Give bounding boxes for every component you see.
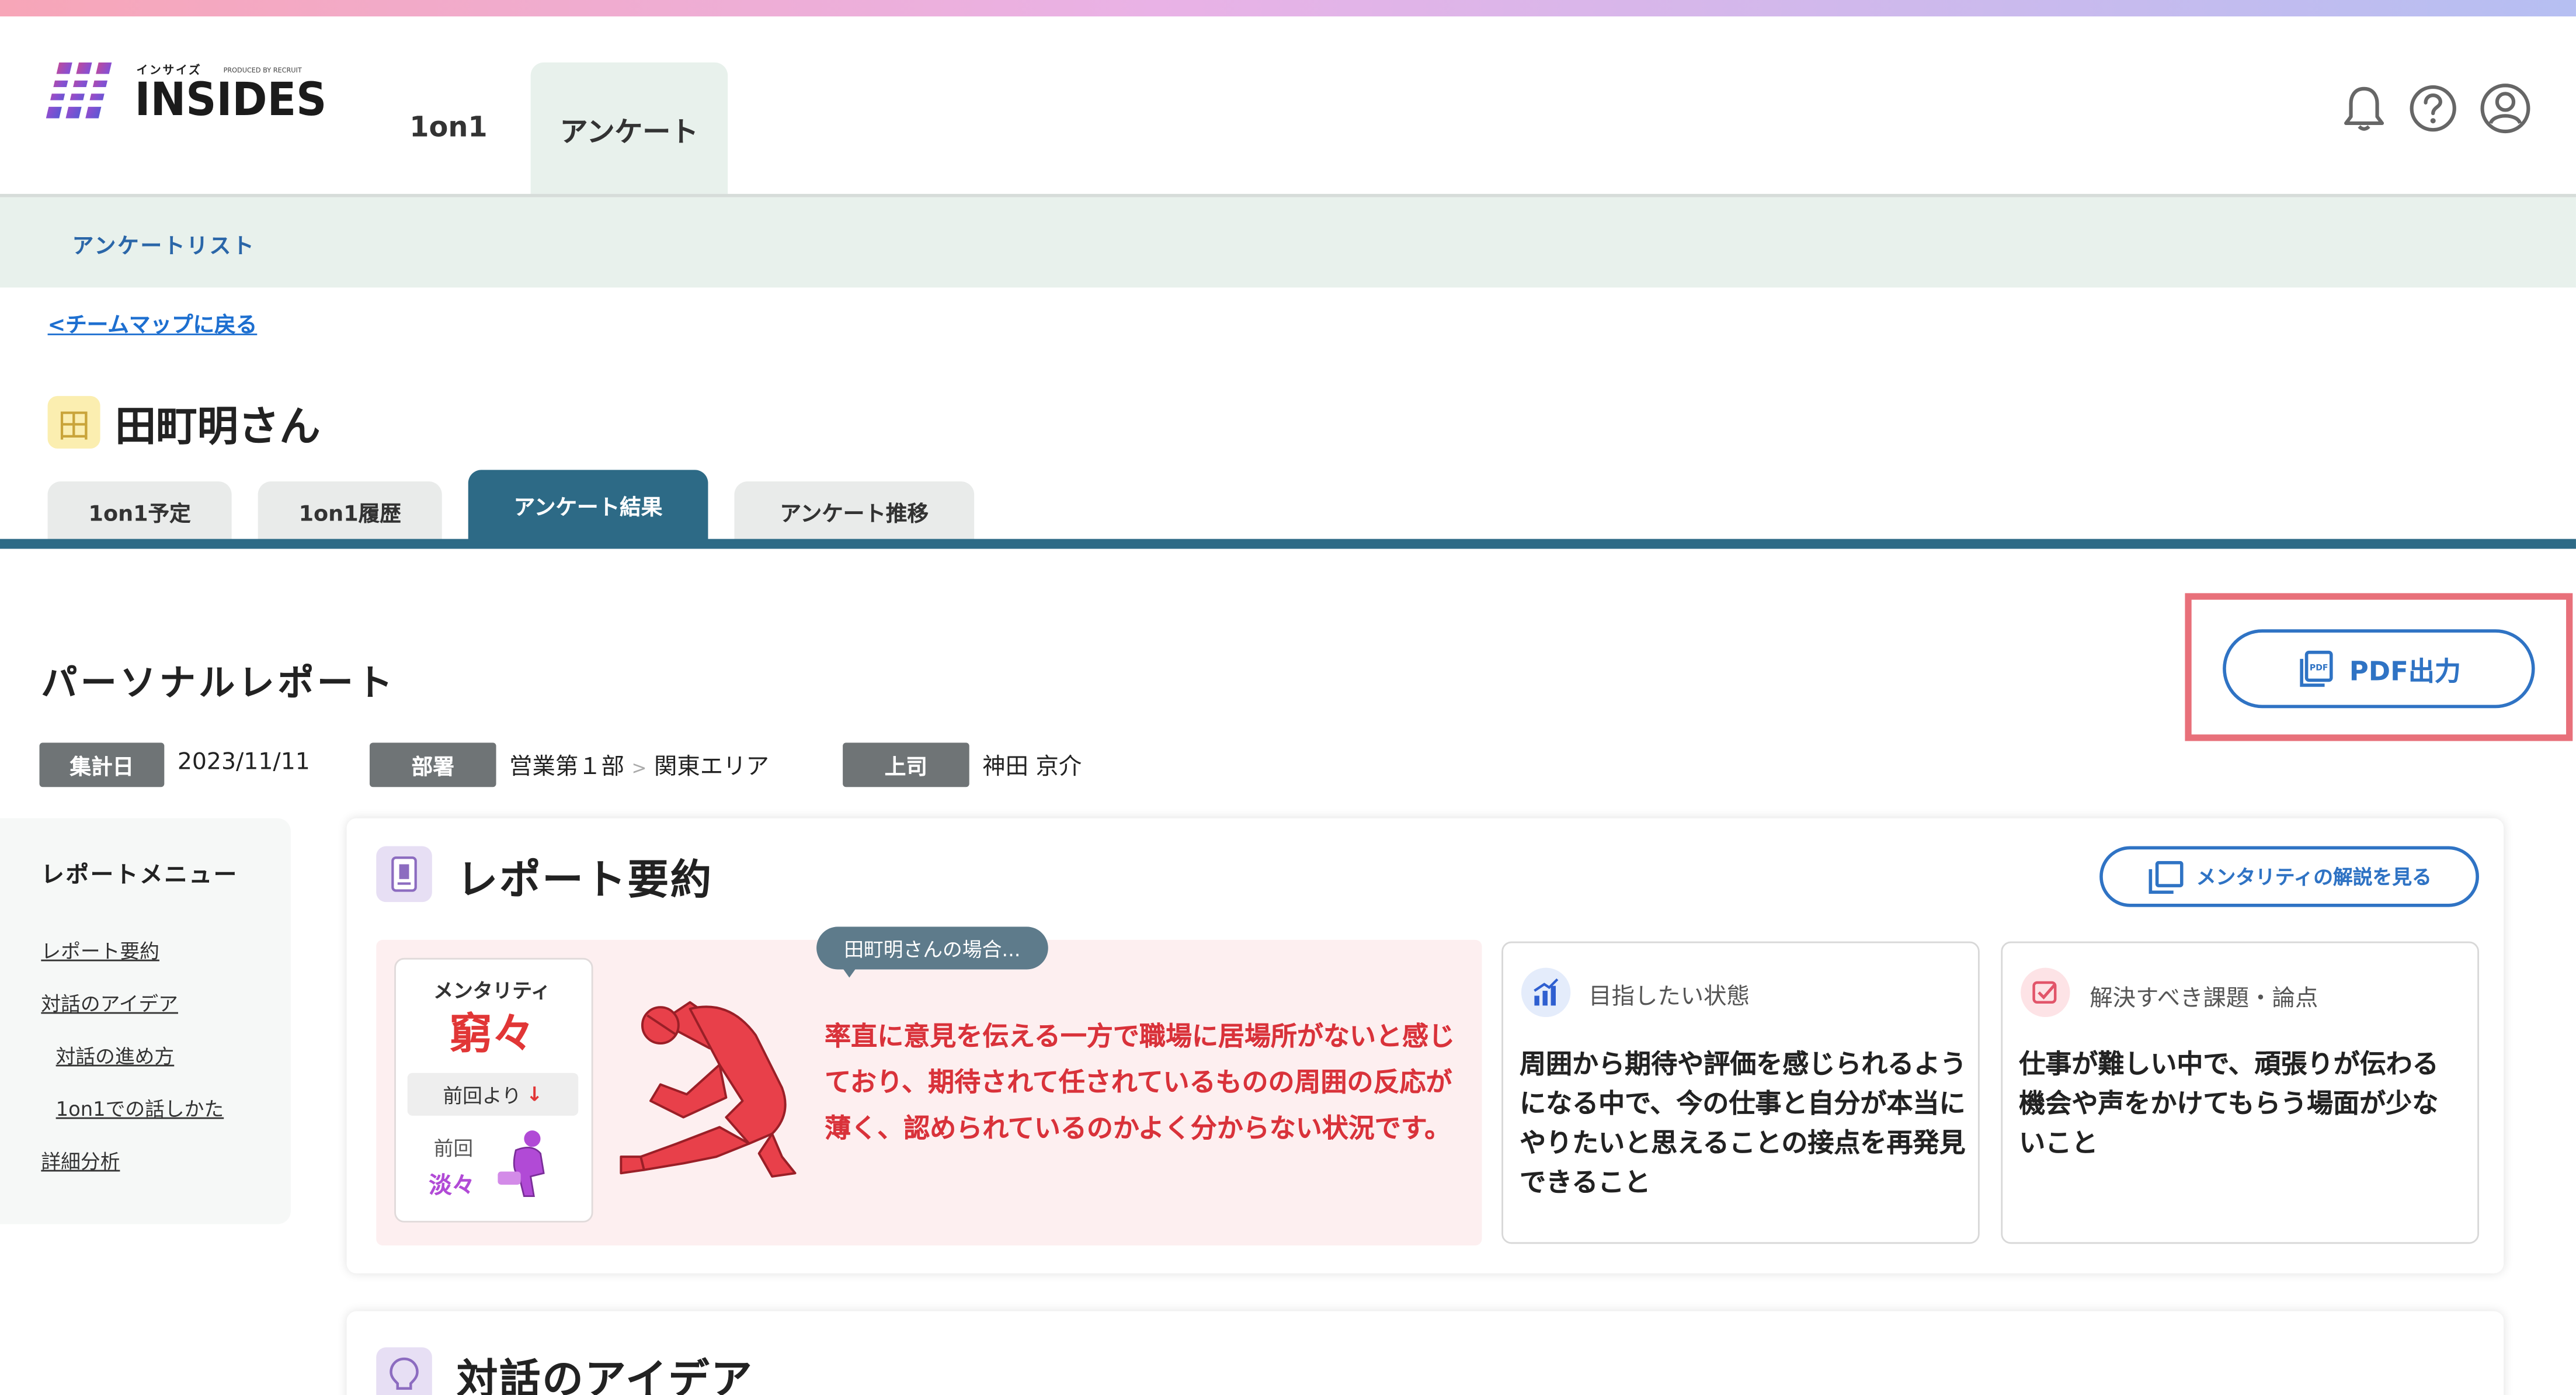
nav-tab-1on1[interactable]: 1on1 (388, 63, 509, 194)
mentality-explanation-button[interactable]: メンタリティの解説を見る (2099, 846, 2479, 907)
help-icon[interactable] (2405, 81, 2461, 137)
tab-1on1-schedule[interactable]: 1on1予定 (47, 481, 232, 541)
survey-list-link[interactable]: アンケートリスト (72, 228, 256, 259)
insides-logo[interactable]: インサイズ PRODUCED BY RECRUIT INSIDES (46, 62, 342, 129)
tab-1on1-history[interactable]: 1on1履歴 (258, 481, 442, 541)
back-to-team-map-link[interactable]: <チームマップに戻る (48, 307, 258, 338)
lightbulb-icon (376, 1347, 432, 1395)
logo-mark-icon (46, 62, 122, 119)
tab-survey-results[interactable]: アンケート結果 (468, 470, 708, 541)
side-menu-item-detail[interactable]: 詳細分析 (41, 1147, 120, 1175)
person-name: 田町明さん (114, 402, 321, 450)
avatar: 田 (47, 395, 100, 449)
summary-text: 率直に意見を伝える一方で職場に居場所がないと感じており、期待されて任されているも… (825, 1020, 1455, 1144)
goal-state-text: 周囲から期待や評価を感じられるようになる中で、今の仕事と自分が本当にやりたいと思… (1520, 1048, 1967, 1198)
side-menu-item-ideas[interactable]: 対話のアイデア (41, 989, 178, 1017)
side-menu-title: レポートメニュー (41, 862, 238, 889)
mentality-figure-icon (620, 1001, 797, 1178)
department-label-badge: 部署 (369, 742, 496, 787)
report-icon (376, 846, 432, 903)
section-title-summary: レポート要約 (457, 856, 713, 904)
department-value: 営業第１部 > 関東エリア (509, 754, 769, 781)
section-title-ideas: 対話のアイデア (457, 1355, 754, 1395)
pages-icon (2149, 860, 2184, 893)
previous-mentality-figure-icon (498, 1130, 545, 1198)
tab-survey-trend[interactable]: アンケート推移 (734, 481, 975, 541)
previous-mentality-value: 淡々 (429, 1173, 475, 1200)
side-menu-item-how-to-talk[interactable]: 1on1での話しかた (56, 1094, 224, 1122)
person-case-bubble: 田町明さんの場合... (816, 926, 1048, 970)
down-arrow-icon: ↓ (526, 1082, 543, 1106)
side-menu-item-how-to-proceed[interactable]: 対話の進め方 (56, 1042, 175, 1070)
previous-label: 前回 (433, 1137, 474, 1160)
date-label-badge: 集計日 (39, 742, 165, 787)
bubble-tail (841, 966, 858, 978)
pdf-button-label: PDF出力 (2349, 655, 2461, 687)
growth-chart-icon (1521, 967, 1571, 1018)
tab-underline (0, 539, 2576, 549)
logo-wordmark: INSIDES (134, 72, 327, 127)
manager-label-badge: 上司 (843, 742, 969, 787)
page-title: パーソナルレポート (41, 664, 397, 705)
date-value: 2023/11/11 (177, 749, 310, 776)
pdf-export-button[interactable]: PDF PDF出力 (2223, 629, 2535, 709)
mentality-value: 窮々 (449, 1010, 535, 1060)
bell-icon[interactable] (2336, 81, 2392, 137)
previous-change-badge: 前回より ↓ (407, 1073, 579, 1116)
sub-navigation-bar (0, 197, 2576, 288)
pdf-icon: PDF (2300, 650, 2333, 687)
checklist-icon (2021, 967, 2070, 1018)
side-menu-item-summary[interactable]: レポート要約 (41, 936, 159, 964)
svg-text:PDF: PDF (2310, 664, 2328, 673)
top-gradient-bar (0, 0, 2576, 17)
mentality-label: メンタリティ (433, 979, 551, 1002)
goal-state-title: 目指したい状態 (1588, 984, 1750, 1011)
manager-value: 神田 京介 (982, 754, 1082, 781)
nav-tab-survey[interactable]: アンケート (530, 62, 728, 194)
issue-title: 解決すべき課題・論点 (2090, 985, 2318, 1012)
user-account-icon[interactable] (2477, 81, 2533, 137)
issue-text: 仕事が難しい中で、頑張りが伝わる機会や声をかけてもらう場面が少ないこと (2019, 1048, 2439, 1158)
